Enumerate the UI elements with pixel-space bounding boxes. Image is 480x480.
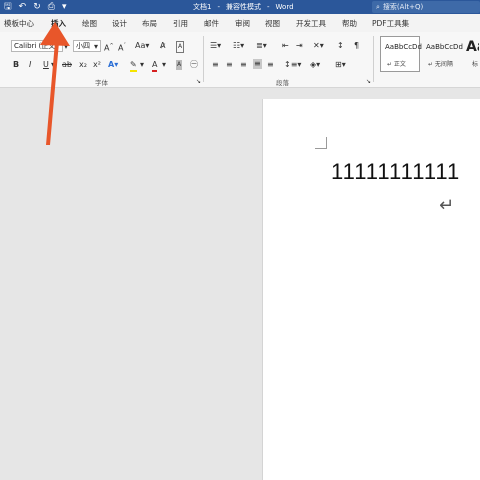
show-marks-icon[interactable]: ¶ bbox=[354, 41, 359, 51]
increase-indent-icon[interactable]: ⇥ bbox=[296, 41, 303, 51]
underline-icon[interactable]: U bbox=[43, 60, 49, 70]
tab-pdf-tools[interactable]: PDF工具集 bbox=[372, 18, 409, 29]
font-color-icon[interactable]: A bbox=[152, 60, 158, 72]
document-title: 文档1- 兼容性模式 - Word bbox=[193, 3, 294, 11]
clear-formatting-icon[interactable]: A̷ bbox=[160, 41, 165, 51]
text-effects-icon[interactable]: A▾ bbox=[108, 60, 118, 70]
paragraph-group-label: 段落 bbox=[276, 79, 289, 87]
tab-help[interactable]: 帮助 bbox=[342, 18, 357, 29]
undo-icon[interactable]: ↶ bbox=[19, 1, 27, 13]
font-name-value: Calibri (正文 bbox=[14, 42, 56, 50]
bullets-icon[interactable]: ☰▾ bbox=[210, 41, 221, 51]
redo-icon[interactable]: ↻ bbox=[33, 1, 41, 13]
search-box[interactable]: ⌕ 搜索(Alt+Q) bbox=[372, 1, 480, 13]
style-sample: AaBbCcDd bbox=[385, 43, 422, 51]
style-name: 标 bbox=[472, 61, 479, 68]
save-icon[interactable]: 🖫 bbox=[4, 1, 12, 13]
font-dialog-launcher-icon[interactable]: ↘ bbox=[196, 77, 201, 87]
print-preview-icon[interactable]: ⎙ bbox=[48, 1, 55, 13]
font-size-value: 小四 bbox=[76, 42, 90, 50]
justify-icon[interactable]: ≡ bbox=[253, 59, 262, 69]
document-text[interactable]: 11111111111 bbox=[331, 159, 460, 185]
compat-mode: 兼容性模式 bbox=[226, 3, 261, 11]
search-icon: ⌕ bbox=[376, 3, 380, 11]
tab-templates[interactable]: 模板中心 bbox=[4, 18, 34, 29]
character-border-icon[interactable]: A bbox=[176, 41, 185, 53]
ribbon: Calibri (正文 ▾ 小四 ▾ A^ Aˇ Aa▾ A̷ A B I U … bbox=[0, 32, 480, 88]
font-group-label: 字体 bbox=[95, 79, 108, 87]
font-size-dropdown-icon[interactable]: ▾ bbox=[94, 42, 98, 52]
tab-draw[interactable]: 绘图 bbox=[82, 18, 97, 29]
align-left-icon[interactable]: ≡ bbox=[212, 60, 219, 70]
shading-icon[interactable]: ◈▾ bbox=[310, 60, 320, 70]
tab-references[interactable]: 引用 bbox=[173, 18, 188, 29]
align-center-icon[interactable]: ≡ bbox=[226, 60, 233, 70]
ribbon-tabs: 模板中心 插入 绘图 设计 布局 引用 邮件 审阅 视图 开发工具 帮助 PDF… bbox=[0, 14, 480, 32]
paragraph-dialog-launcher-icon[interactable]: ↘ bbox=[366, 77, 371, 87]
align-right-icon[interactable]: ≡ bbox=[240, 60, 247, 70]
style-no-spacing[interactable]: AaBbCcDd ↵ 无间隔 bbox=[421, 36, 463, 72]
document-page[interactable]: 11111111111 ↵ bbox=[262, 99, 480, 480]
strikethrough-icon[interactable]: ab bbox=[62, 60, 72, 70]
highlight-color-icon[interactable]: ✎ bbox=[130, 60, 137, 72]
enclose-characters-icon[interactable]: ㊀ bbox=[190, 60, 198, 70]
tab-layout[interactable]: 布局 bbox=[142, 18, 157, 29]
distributed-icon[interactable]: ≡ bbox=[267, 60, 274, 70]
grow-font-icon[interactable]: A^ bbox=[104, 41, 114, 54]
superscript-icon[interactable]: x² bbox=[93, 60, 101, 70]
document-area: 11111111111 ↵ bbox=[0, 89, 480, 480]
doc-name: 文档1 bbox=[193, 3, 212, 11]
bold-icon[interactable]: B bbox=[13, 60, 19, 70]
search-placeholder: 搜索(Alt+Q) bbox=[382, 3, 424, 11]
highlight-dropdown-icon[interactable]: ▾ bbox=[140, 60, 144, 70]
font-name-dropdown-icon[interactable]: ▾ bbox=[64, 42, 68, 52]
font-color-dropdown-icon[interactable]: ▾ bbox=[162, 60, 166, 70]
tab-view[interactable]: 视图 bbox=[265, 18, 280, 29]
qat-customize-icon[interactable]: ▾ bbox=[62, 1, 67, 13]
decrease-indent-icon[interactable]: ⇤ bbox=[282, 41, 289, 51]
tab-developer[interactable]: 开发工具 bbox=[296, 18, 326, 29]
multilevel-list-icon[interactable]: ≣▾ bbox=[256, 41, 267, 51]
style-normal[interactable]: AaBbCcDd ↵ 正文 bbox=[380, 36, 422, 72]
tab-design[interactable]: 设计 bbox=[112, 18, 127, 29]
style-sample: AaBbCcDd bbox=[426, 43, 463, 51]
margin-corner-mark bbox=[315, 137, 327, 149]
line-spacing-icon[interactable]: ↕≡▾ bbox=[284, 60, 301, 70]
subscript-icon[interactable]: x₂ bbox=[79, 60, 87, 70]
tab-mailings[interactable]: 邮件 bbox=[204, 18, 219, 29]
numbering-icon[interactable]: ☷▾ bbox=[233, 41, 244, 51]
change-case-icon[interactable]: Aa▾ bbox=[135, 41, 149, 51]
title-bar: 🖫 ↶ ↻ ⎙ ▾ 文档1- 兼容性模式 - Word ⌕ 搜索(Alt+Q) bbox=[0, 0, 480, 14]
quick-access-toolbar: 🖫 ↶ ↻ ⎙ ▾ bbox=[4, 1, 67, 13]
font-name-select[interactable]: Calibri (正文 bbox=[11, 40, 63, 52]
chinese-layout-icon[interactable]: ✕▾ bbox=[313, 41, 324, 51]
style-sample: Aa bbox=[466, 39, 479, 55]
ribbon-separator bbox=[203, 36, 204, 82]
app-name: Word bbox=[275, 3, 294, 11]
character-shading-icon[interactable]: A bbox=[176, 60, 183, 70]
sort-icon[interactable]: ↕ bbox=[337, 41, 344, 51]
style-heading[interactable]: Aa 标 bbox=[464, 36, 480, 72]
tab-review[interactable]: 审阅 bbox=[235, 18, 250, 29]
paragraph-mark-icon: ↵ bbox=[439, 195, 455, 216]
style-name: ↵ 无间隔 bbox=[428, 61, 453, 68]
tab-insert[interactable]: 插入 bbox=[51, 18, 66, 29]
ribbon-separator bbox=[373, 36, 374, 82]
style-name: ↵ 正文 bbox=[387, 61, 406, 68]
underline-dropdown-icon[interactable]: ▾ bbox=[51, 60, 55, 70]
shrink-font-icon[interactable]: Aˇ bbox=[118, 41, 126, 54]
italic-icon[interactable]: I bbox=[29, 60, 31, 70]
borders-icon[interactable]: ⊞▾ bbox=[335, 60, 346, 70]
